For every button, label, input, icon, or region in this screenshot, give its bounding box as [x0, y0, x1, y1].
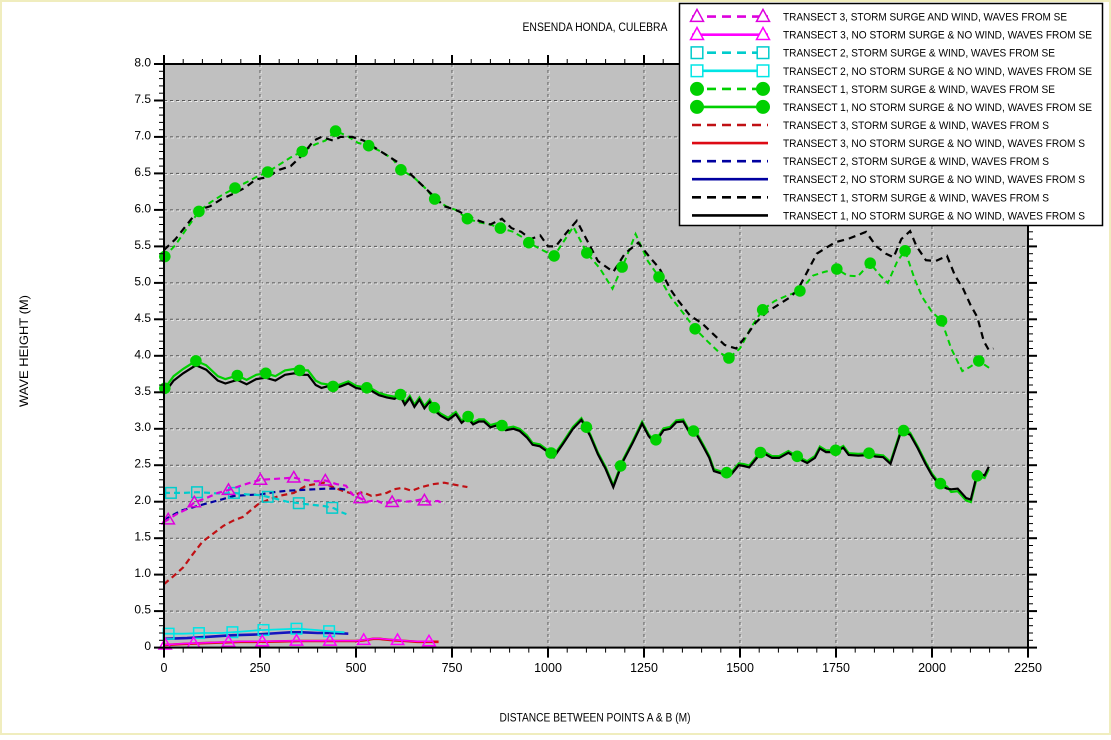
svg-text:1.0: 1.0 [134, 566, 151, 580]
svg-text:ENSENDA HONDA, CULEBRA: ENSENDA HONDA, CULEBRA [523, 22, 668, 34]
svg-text:4.5: 4.5 [134, 311, 151, 325]
svg-text:TRANSECT 3, STORM SURGE AND WI: TRANSECT 3, STORM SURGE AND WIND, WAVES … [783, 12, 1067, 24]
svg-text:7.0: 7.0 [134, 128, 151, 142]
svg-text:TRANSECT 1, NO STORM SURGE & N: TRANSECT 1, NO STORM SURGE & NO WIND, WA… [783, 102, 1092, 114]
svg-text:TRANSECT 2, NO STORM SURGE & N: TRANSECT 2, NO STORM SURGE & NO WIND, WA… [783, 66, 1092, 78]
svg-text:1250: 1250 [630, 661, 658, 675]
svg-text:TRANSECT 1, STORM SURGE & WIND: TRANSECT 1, STORM SURGE & WIND, WAVES FR… [783, 192, 1049, 204]
svg-text:2.0: 2.0 [134, 493, 151, 507]
svg-text:5.0: 5.0 [134, 274, 151, 288]
svg-text:TRANSECT 1, NO STORM SURGE & N: TRANSECT 1, NO STORM SURGE & NO WIND, WA… [783, 210, 1085, 222]
svg-text:DISTANCE BETWEEN POINTS A & B: DISTANCE BETWEEN POINTS A & B (M) [500, 713, 691, 725]
svg-text:3.5: 3.5 [134, 384, 151, 398]
svg-text:5.5: 5.5 [134, 238, 151, 252]
svg-text:WAVE HEIGHT (M): WAVE HEIGHT (M) [17, 295, 31, 407]
svg-text:250: 250 [250, 661, 271, 675]
svg-text:TRANSECT 1, STORM SURGE & WIND: TRANSECT 1, STORM SURGE & WIND, WAVES FR… [783, 84, 1055, 96]
svg-text:TRANSECT 3, NO STORM SURGE & N: TRANSECT 3, NO STORM SURGE & NO WIND, WA… [783, 138, 1085, 150]
svg-text:1000: 1000 [534, 661, 562, 675]
svg-text:7.5: 7.5 [134, 92, 151, 106]
svg-text:1750: 1750 [822, 661, 850, 675]
svg-text:4.0: 4.0 [134, 347, 151, 361]
svg-text:6.0: 6.0 [134, 201, 151, 215]
svg-text:8.0: 8.0 [134, 56, 151, 70]
svg-text:6.5: 6.5 [134, 165, 151, 179]
svg-text:TRANSECT 3, STORM SURGE & WIND: TRANSECT 3, STORM SURGE & WIND, WAVES FR… [783, 120, 1049, 132]
svg-text:750: 750 [442, 661, 463, 675]
svg-text:TRANSECT 2, STORM SURGE & WIND: TRANSECT 2, STORM SURGE & WIND, WAVES FR… [783, 156, 1049, 168]
svg-text:0: 0 [144, 639, 151, 653]
svg-text:1.5: 1.5 [134, 530, 151, 544]
svg-text:TRANSECT 2, NO STORM SURGE & N: TRANSECT 2, NO STORM SURGE & NO WIND, WA… [783, 174, 1085, 186]
svg-text:1500: 1500 [726, 661, 754, 675]
svg-text:TRANSECT 3, NO STORM SURGE & N: TRANSECT 3, NO STORM SURGE & NO WIND, WA… [783, 30, 1092, 42]
svg-text:2.5: 2.5 [134, 457, 151, 471]
svg-text:0: 0 [161, 661, 168, 675]
svg-text:2250: 2250 [1014, 661, 1042, 675]
svg-text:TRANSECT 2, STORM SURGE & WIND: TRANSECT 2, STORM SURGE & WIND, WAVES FR… [783, 48, 1055, 60]
svg-text:2000: 2000 [918, 661, 946, 675]
svg-text:0.5: 0.5 [134, 603, 151, 617]
svg-text:500: 500 [346, 661, 367, 675]
svg-text:3.0: 3.0 [134, 420, 151, 434]
